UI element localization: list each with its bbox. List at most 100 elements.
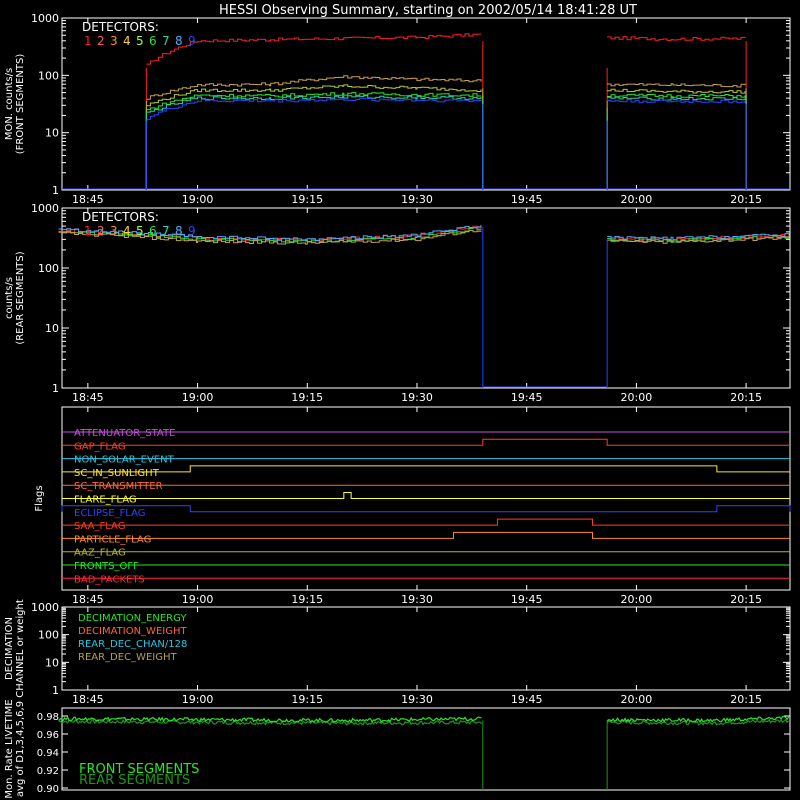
y-tick-label: 10 <box>45 322 59 335</box>
flag-label: SC_TRANSMITTER <box>74 481 163 492</box>
flag-line-flare_flag <box>62 492 790 499</box>
flag-label: PARTICLE_FLAG <box>74 534 151 545</box>
rear-detector-label: 5 <box>136 224 144 238</box>
flag-line-eclipse_flag <box>61 505 791 513</box>
time-tick-label: 18:45 <box>72 193 104 206</box>
detectors-legend-header: DETECTORS: <box>82 20 159 34</box>
front-series-1-line <box>146 33 746 65</box>
y-axis-label: CHANNEL or weight <box>15 599 26 698</box>
y-axis-label: (REAR SEGMENTS) <box>15 251 26 344</box>
y-tick-label: 100 <box>38 69 59 82</box>
front-series-5-line <box>146 95 746 113</box>
decimation-legend-item: REAR_DEC_WEIGHT <box>78 652 177 663</box>
flag-label: SC_IN_SUNLIGHT <box>74 468 160 479</box>
rear-detector-label: 4 <box>123 224 131 238</box>
y-tick-label: 1000 <box>31 12 59 25</box>
y-axis-label: (FRONT SEGMENTS) <box>15 54 26 155</box>
time-tick-label: 19:00 <box>182 693 214 706</box>
time-tick-label: 20:15 <box>730 193 762 206</box>
livetime-legend-item: REAR SEGMENTS <box>79 773 190 788</box>
time-tick-label: 20:15 <box>730 693 762 706</box>
rear-detector-label: 6 <box>149 224 157 238</box>
rear-detector-label: 8 <box>175 224 183 238</box>
front-series-6-line <box>146 97 746 120</box>
time-tick-label: 19:30 <box>401 593 433 606</box>
y-tick-label: 1 <box>52 382 59 395</box>
time-tick-label: 19:00 <box>182 391 214 404</box>
time-tick-label: 19:15 <box>291 593 323 606</box>
time-tick-label: 20:00 <box>621 593 653 606</box>
time-tick-label: 20:00 <box>621 693 653 706</box>
flag-label: FRONTS_OFF <box>74 561 139 572</box>
y-tick-label: 10 <box>45 127 59 140</box>
y-tick-label: 0.98 <box>37 712 59 723</box>
rear-detector-label: 2 <box>97 224 105 238</box>
flag-line-sc_in_sunlight <box>62 465 790 473</box>
y-tick-label: 10 <box>45 656 59 669</box>
time-tick-label: 19:45 <box>511 193 543 206</box>
time-tick-label: 19:15 <box>291 693 323 706</box>
y-tick-label: 1000 <box>31 202 59 215</box>
time-tick-label: 19:30 <box>401 193 433 206</box>
rear-detector-label: 1 <box>84 224 92 238</box>
y-tick-label: 100 <box>38 262 59 275</box>
time-tick-label: 20:15 <box>730 593 762 606</box>
time-tick-label: 19:15 <box>291 193 323 206</box>
time-tick-label: 19:45 <box>511 593 543 606</box>
time-tick-label: 19:30 <box>401 693 433 706</box>
decimation-legend-item: DECIMATION_WEIGHT <box>78 626 187 637</box>
flag-label: SAA_FLAG <box>74 521 125 532</box>
front-detector-label: 9 <box>188 34 196 48</box>
front-detector-label: 8 <box>175 34 183 48</box>
front-detector-label: 6 <box>149 34 157 48</box>
front-detector-label: 3 <box>110 34 118 48</box>
time-tick-label: 20:15 <box>730 391 762 404</box>
y-axis-label: MON. counts/s <box>4 68 15 140</box>
time-tick-label: 19:45 <box>511 693 543 706</box>
decimation-legend-item: DECIMATION_ENERGY <box>78 613 187 624</box>
y-tick-label: 0.96 <box>37 730 59 741</box>
time-tick-label: 19:30 <box>401 391 433 404</box>
decimation-legend-item: REAR_DEC_CHAN/128 <box>78 639 187 650</box>
flag-label: ECLIPSE_FLAG <box>74 508 145 519</box>
rear-detector-label: 9 <box>188 224 196 238</box>
flag-label: AAZ_FLAG <box>74 548 126 559</box>
rear-detector-label: 3 <box>110 224 118 238</box>
time-tick-label: 18:45 <box>72 593 104 606</box>
y-tick-label: 100 <box>38 629 59 642</box>
time-tick-label: 19:45 <box>511 391 543 404</box>
y-tick-label: 1000 <box>31 601 59 614</box>
flags-axis-label: Flags <box>34 485 45 511</box>
flag-line-saa_flag <box>62 518 790 526</box>
y-axis-label: Mon. Rate LIVETIME <box>4 699 15 798</box>
front-detector-label: 4 <box>123 34 131 48</box>
flag-label: BAD_PACKETS <box>74 574 145 585</box>
y-tick-label: 0.92 <box>37 766 59 777</box>
time-tick-label: 19:15 <box>291 391 323 404</box>
y-tick-label: 0.90 <box>37 784 59 795</box>
front-detector-label: 2 <box>97 34 105 48</box>
chart-title: HESSI Observing Summary, starting on 200… <box>219 3 637 18</box>
panels-group: 1 10 100 1000 18:45 19:00 19:15 19:30 19:45 20:00… <box>4 12 791 799</box>
flag-label: ATTENUATOR_STATE <box>74 428 175 439</box>
time-tick-label: 18:45 <box>72 391 104 404</box>
y-axis-label: counts/s <box>4 277 15 319</box>
y-axis-label: DECIMATION <box>4 617 15 680</box>
time-tick-label: 19:00 <box>182 193 214 206</box>
rear-detector-label: 7 <box>162 224 170 238</box>
time-tick-label: 19:00 <box>182 593 214 606</box>
flag-label: FLARE_FLAG <box>74 495 137 506</box>
flag-label: NON_SOLAR_EVENT <box>74 455 175 466</box>
front-detector-label: 1 <box>84 34 92 48</box>
detectors-legend-header: DETECTORS: <box>82 210 159 224</box>
hessi-observing-summary: HESSI Observing Summary, starting on 200… <box>4 3 791 799</box>
y-tick-label: 1 <box>52 184 59 197</box>
y-axis-label: avg of D1,3,4,5,6,9 <box>15 701 26 797</box>
y-tick-label: 0.94 <box>37 748 59 759</box>
time-tick-label: 18:45 <box>72 693 104 706</box>
y-tick-label: 1 <box>52 684 59 697</box>
time-tick-label: 20:00 <box>621 193 653 206</box>
flag-line-gap_flag <box>62 438 790 446</box>
front-detector-label: 7 <box>162 34 170 48</box>
front-detector-label: 5 <box>136 34 144 48</box>
